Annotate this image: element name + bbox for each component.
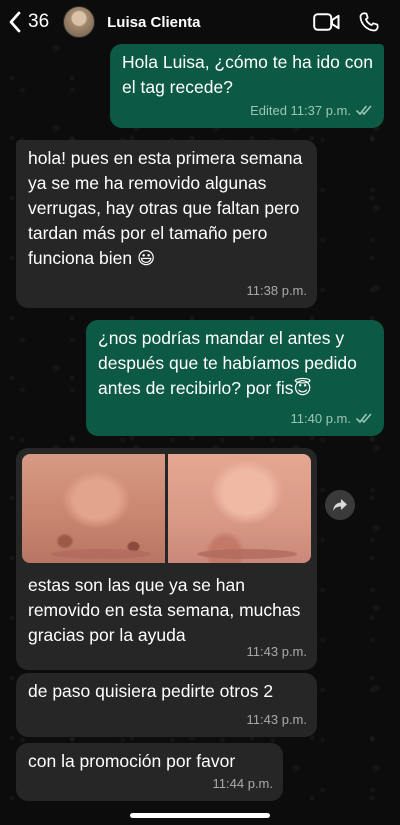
voice-call-button[interactable] bbox=[358, 11, 380, 33]
double-check-icon bbox=[356, 413, 372, 424]
chat-header: 36 Luisa Clienta bbox=[0, 0, 400, 44]
message-meta: 11:44 p.m. bbox=[213, 771, 273, 796]
message-time: 11:38 p.m. bbox=[246, 283, 307, 298]
message-bubble-outgoing[interactable]: Hola Luisa, ¿cómo te ha ido con el tag r… bbox=[110, 44, 384, 128]
message-bubble-incoming[interactable]: de paso quisiera pedirte otros 2 11:43 p… bbox=[16, 673, 317, 737]
message-meta: 11:38 p.m. bbox=[247, 278, 307, 303]
unread-count: 36 bbox=[28, 11, 50, 32]
message-time: 11:40 p.m. bbox=[290, 411, 351, 426]
message-meta: 11:43 p.m. bbox=[247, 639, 307, 664]
message-meta: Edited 11:37 p.m. bbox=[250, 98, 374, 123]
avatar[interactable] bbox=[63, 6, 96, 38]
after-photo[interactable] bbox=[168, 454, 311, 563]
message-text: Hola Luisa, ¿cómo te ha ido con el tag r… bbox=[122, 52, 373, 97]
message-bubble-outgoing[interactable]: ¿nos podrías mandar el antes y después q… bbox=[86, 320, 384, 436]
back-button[interactable]: 36 bbox=[8, 11, 49, 33]
chat-screen: 36 Luisa Clienta Hola Luisa, ¿cómo te ha… bbox=[0, 0, 400, 825]
photo-caption: estas son las que ya se han removido en … bbox=[28, 575, 301, 645]
photo-detail bbox=[50, 549, 151, 559]
share-forward-icon bbox=[333, 499, 347, 511]
chevron-left-icon bbox=[9, 11, 21, 33]
message-text: ¿nos podrías mandar el antes y después q… bbox=[98, 328, 357, 398]
message-meta: 11:40 p.m. bbox=[291, 406, 374, 431]
photo-detail bbox=[196, 549, 297, 559]
message-time: Edited 11:37 p.m. bbox=[250, 103, 351, 118]
message-time: 11:43 p.m. bbox=[246, 712, 307, 727]
double-check-icon bbox=[356, 105, 372, 116]
message-text: de paso quisiera pedirte otros 2 bbox=[28, 681, 274, 701]
message-meta: 11:43 p.m. bbox=[247, 707, 307, 732]
video-call-button[interactable] bbox=[313, 13, 340, 31]
before-photo[interactable] bbox=[22, 454, 165, 563]
message-text: con la promoción por favor bbox=[28, 751, 236, 771]
message-text: hola! pues en esta primera semana ya se … bbox=[28, 148, 303, 268]
message-bubble-incoming[interactable]: hola! pues en esta primera semana ya se … bbox=[16, 140, 317, 308]
message-bubble-photo[interactable]: estas son las que ya se han removido en … bbox=[16, 448, 317, 670]
contact-name[interactable]: Luisa Clienta bbox=[107, 14, 313, 31]
photo-collage[interactable] bbox=[22, 454, 311, 563]
forward-button[interactable] bbox=[325, 490, 355, 520]
phone-icon bbox=[359, 12, 379, 32]
video-camera-icon bbox=[313, 13, 340, 31]
home-indicator[interactable] bbox=[130, 813, 270, 818]
message-time: 11:43 p.m. bbox=[246, 644, 307, 659]
message-time: 11:44 p.m. bbox=[212, 776, 273, 791]
message-bubble-incoming[interactable]: con la promoción por favor 11:44 p.m. bbox=[16, 743, 283, 801]
